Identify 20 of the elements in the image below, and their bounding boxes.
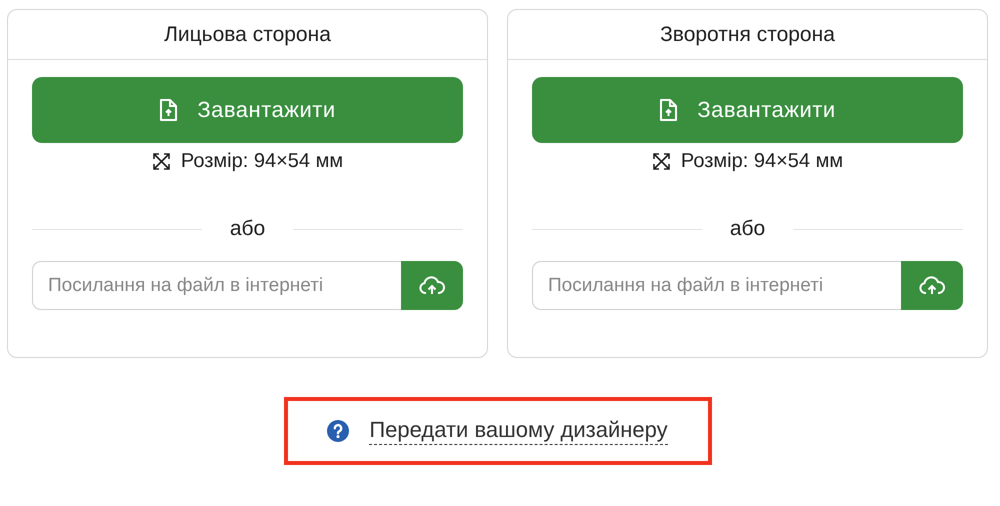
cloud-upload-icon [919,276,945,296]
upload-button[interactable]: Завантажити [32,77,463,143]
expand-icon [652,152,671,170]
cloud-upload-button[interactable] [401,261,463,310]
url-input-field[interactable]: Посилання на файл в інтернеті [532,261,901,310]
size-label: Розмір: 94×54 мм [180,150,344,172]
card-title: Зворотня сторона [660,22,835,46]
cloud-upload-button[interactable] [901,261,963,310]
help-icon [327,420,350,442]
upload-button[interactable]: Завантажити [532,77,963,143]
divider-label: або [728,217,766,241]
file-upload-icon [159,99,178,121]
url-input-field[interactable]: Посилання на файл в інтернеті [32,261,401,310]
expand-icon [152,152,171,170]
divider-label: або [228,217,266,241]
size-label: Розмір: 94×54 мм [680,150,844,172]
file-upload-icon [659,99,678,121]
card-title: Лицьова сторона [164,22,331,46]
designer-link[interactable]: Передати вашому дизайнеру [369,417,668,445]
cloud-upload-icon [419,276,445,296]
